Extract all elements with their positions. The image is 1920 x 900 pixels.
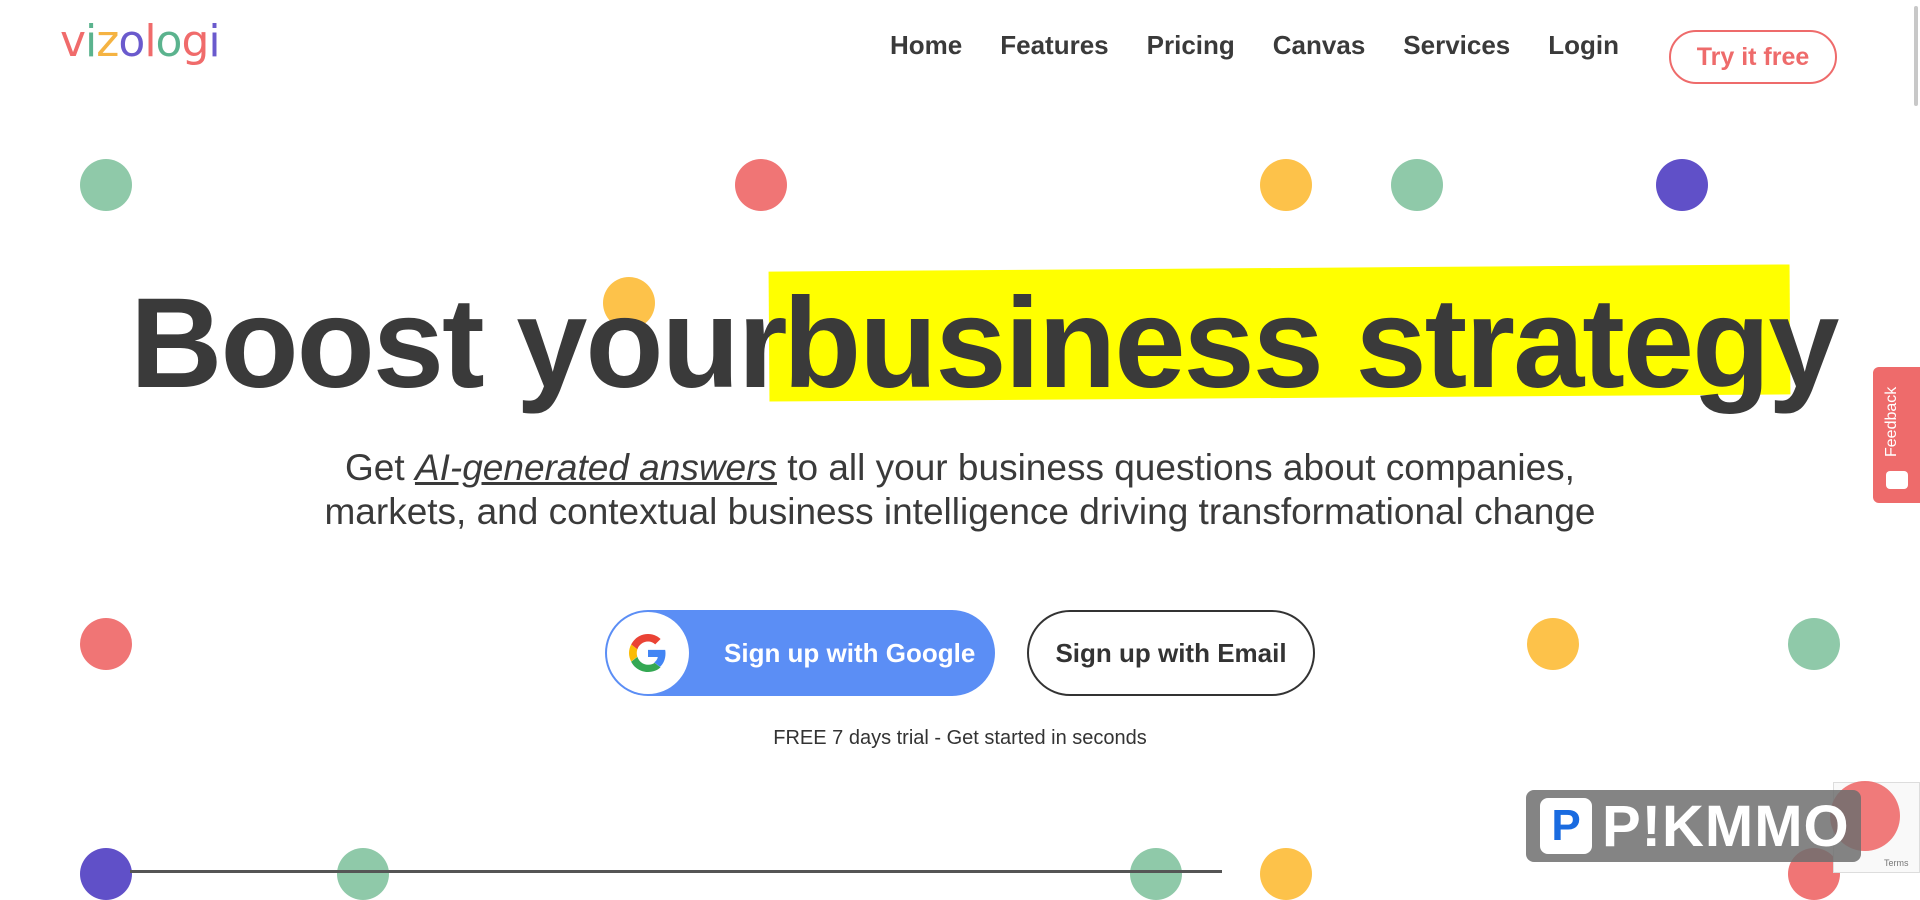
nav-login[interactable]: Login	[1548, 30, 1619, 61]
nav-pricing[interactable]: Pricing	[1147, 30, 1235, 61]
logo-letter-l: l	[144, 16, 156, 67]
hero-subtitle: Get AI-generated answers to all your bus…	[300, 446, 1620, 534]
nav-home[interactable]: Home	[890, 30, 962, 61]
logo-letter-o2: o	[155, 16, 183, 67]
feedback-icon	[1886, 471, 1908, 489]
nav-canvas[interactable]: Canvas	[1273, 30, 1366, 61]
main-nav: Home Features Pricing Canvas Services Lo…	[890, 30, 1657, 61]
feedback-tab[interactable]: Feedback	[1873, 367, 1920, 503]
watermark-text: P!KMMO	[1602, 793, 1850, 859]
headline-highlight-text: business strategy	[783, 272, 1839, 415]
watermark-p-icon: P	[1540, 798, 1592, 854]
decorative-dot	[1527, 618, 1579, 670]
google-icon	[607, 612, 689, 694]
decorative-dot	[1391, 159, 1443, 211]
logo-letter-g: g	[181, 16, 209, 67]
subtitle-before: Get	[345, 447, 415, 488]
decorative-dot	[80, 159, 132, 211]
logo-letter-z: z	[96, 16, 119, 67]
logo-letter-v: v	[60, 16, 86, 67]
nav-features[interactable]: Features	[1000, 30, 1108, 61]
logo-letter-i: i	[85, 16, 97, 67]
logo-letter-i2: i	[208, 16, 220, 67]
decorative-dot	[80, 848, 132, 900]
scrollbar-thumb[interactable]	[1914, 6, 1918, 106]
decorative-dot	[1788, 618, 1840, 670]
decorative-dot	[1260, 848, 1312, 900]
decorative-dot	[1656, 159, 1708, 211]
recaptcha-terms: Terms	[1884, 858, 1909, 868]
decorative-dot	[1130, 848, 1182, 900]
decorative-dot	[1260, 159, 1312, 211]
headline-pre: Boost your	[130, 272, 788, 415]
signup-google-label: Sign up with Google	[724, 637, 976, 668]
signup-google-button[interactable]: Sign up with Google	[605, 610, 995, 696]
vizologi-logo[interactable]: v i z o l o g i	[60, 16, 221, 67]
decorative-dot	[735, 159, 787, 211]
decorative-dot	[337, 848, 389, 900]
trial-note: FREE 7 days trial - Get started in secon…	[773, 727, 1147, 749]
subtitle-emphasis: AI-generated answers	[414, 447, 777, 488]
try-it-free-button[interactable]: Try it free	[1669, 30, 1837, 84]
watermark: P P!KMMO	[1526, 790, 1861, 862]
logo-letter-o: o	[118, 16, 145, 67]
feedback-label: Feedback	[1883, 386, 1900, 457]
decorative-dot	[80, 618, 132, 670]
signup-email-button[interactable]: Sign up with Email	[1027, 610, 1315, 696]
nav-services[interactable]: Services	[1403, 30, 1510, 61]
